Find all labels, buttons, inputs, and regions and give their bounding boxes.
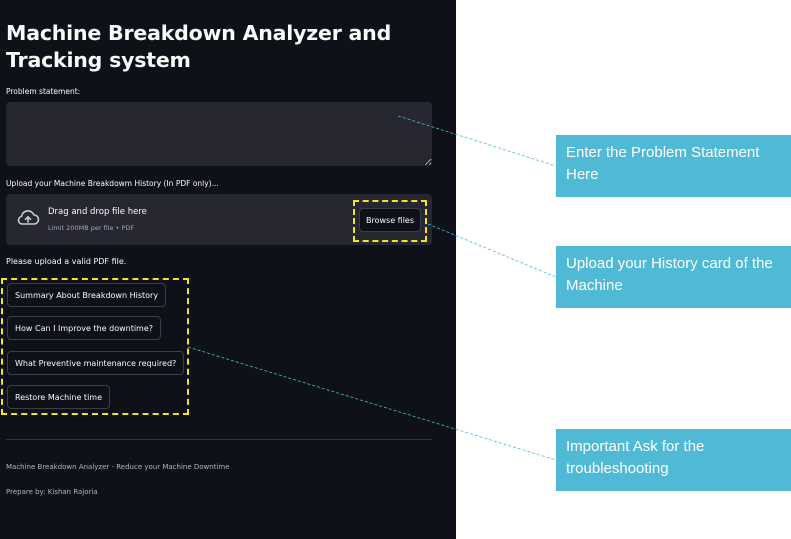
connector-line-upload xyxy=(427,223,557,278)
callout-history-upload: Upload your History card of the Machine xyxy=(556,246,791,308)
callout-problem-statement: Enter the Problem Statement Here xyxy=(556,135,791,197)
callout-important-ask: Important Ask for the troubleshooting xyxy=(556,429,791,491)
connector-line-questions xyxy=(187,346,557,461)
connector-line-problem xyxy=(397,115,557,167)
